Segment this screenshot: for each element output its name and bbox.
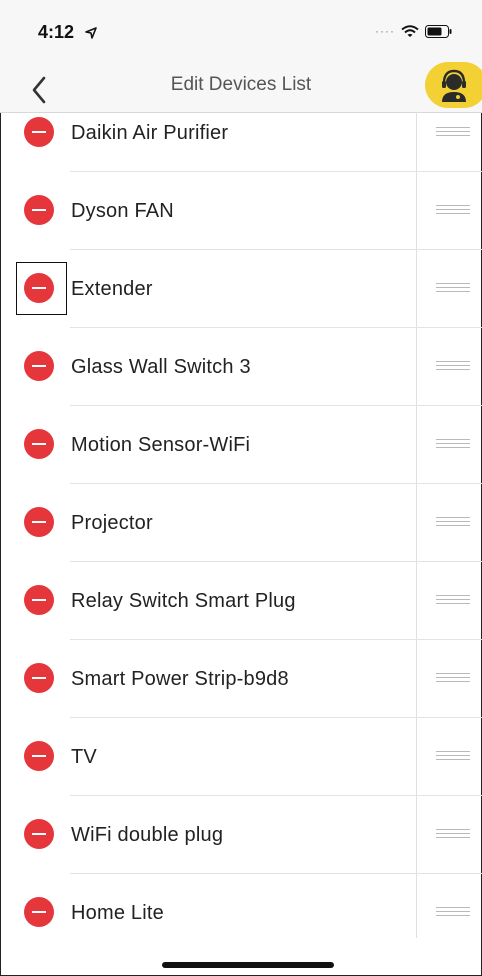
drag-handle-icon[interactable]	[436, 439, 470, 453]
delete-button[interactable]	[24, 741, 54, 771]
drag-handle-icon[interactable]	[436, 907, 470, 921]
delete-button[interactable]	[24, 351, 54, 381]
device-row: Glass Wall Switch 3	[0, 328, 482, 406]
device-name: Dyson FAN	[71, 200, 174, 222]
device-name: TV	[71, 746, 97, 768]
device-name: Home Lite	[71, 902, 164, 924]
customer-support-icon	[442, 69, 466, 102]
home-indicator[interactable]	[162, 962, 334, 968]
device-name: Projector	[71, 512, 153, 534]
device-name: WiFi double plug	[71, 824, 224, 846]
status-bar: 4:12 ····	[0, 0, 482, 62]
battery-icon	[425, 24, 452, 38]
device-row: Smart Power Strip-b9d8	[0, 640, 482, 718]
device-name: Extender	[71, 278, 153, 300]
delete-button[interactable]	[24, 897, 54, 927]
device-name: Motion Sensor-WiFi	[71, 434, 251, 456]
device-row: WiFi double plug	[0, 796, 482, 874]
drag-handle-icon[interactable]	[436, 517, 470, 531]
delete-button[interactable]	[24, 585, 54, 615]
device-row: TV	[0, 718, 482, 796]
device-name: Relay Switch Smart Plug	[71, 590, 296, 612]
selection-highlight-box	[16, 262, 67, 315]
drag-handle-icon[interactable]	[436, 361, 470, 375]
drag-handle-icon[interactable]	[436, 829, 470, 843]
status-time: 4:12	[38, 22, 75, 42]
drag-handle-icon[interactable]	[436, 127, 470, 141]
device-row: Relay Switch Smart Plug	[0, 562, 482, 640]
device-name: Daikin Air Purifier	[71, 122, 229, 144]
device-row: Motion Sensor-WiFi	[0, 406, 482, 484]
device-row: Dyson FAN	[0, 172, 482, 250]
navigation-bar: Edit Devices List	[0, 62, 482, 113]
drag-handle-icon[interactable]	[436, 595, 470, 609]
status-indicators: ····	[375, 24, 452, 38]
delete-button[interactable]	[24, 117, 54, 147]
wifi-icon	[401, 24, 419, 37]
drag-handle-icon[interactable]	[436, 751, 470, 765]
delete-button[interactable]	[24, 819, 54, 849]
drag-handle-icon[interactable]	[436, 673, 470, 687]
drag-handle-icon[interactable]	[436, 283, 470, 297]
device-name: Smart Power Strip-b9d8	[71, 668, 289, 690]
drag-handle-icon[interactable]	[436, 205, 470, 219]
device-row: Home Lite	[0, 874, 482, 938]
cellular-dots-icon: ····	[375, 24, 395, 38]
device-row: Projector	[0, 484, 482, 562]
page-title: Edit Devices List	[170, 74, 312, 95]
delete-button[interactable]	[24, 195, 54, 225]
location-arrow-icon	[85, 27, 97, 39]
device-list[interactable]: Daikin Air Purifier Dyson FAN Extender G…	[0, 112, 482, 938]
device-name: Glass Wall Switch 3	[71, 356, 251, 378]
delete-button[interactable]	[24, 663, 54, 693]
delete-button[interactable]	[24, 507, 54, 537]
delete-button[interactable]	[24, 429, 54, 459]
device-row: Extender	[0, 250, 482, 328]
device-row: Daikin Air Purifier	[0, 112, 482, 172]
support-button[interactable]	[425, 62, 482, 108]
